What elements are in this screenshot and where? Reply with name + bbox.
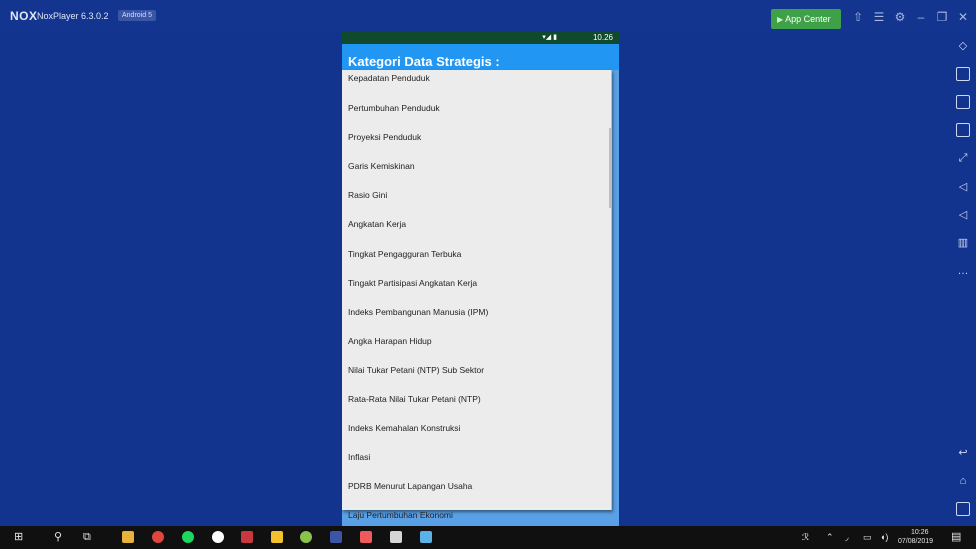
emulator-title: NoxPlayer 6.3.0.2 [37,11,109,21]
emulator-side-toolbar: ◇ ⤢ ◁ ◁ ▥ … ↩ ⌂ [950,32,976,520]
list-item[interactable]: Tingakt Partisipasi Angkatan Kerja [342,274,611,303]
fullscreen-icon[interactable]: ⤢ [956,151,970,165]
nox-logo: NOX [10,9,38,23]
list-item[interactable]: Pertumbuhan Penduduk [342,99,611,128]
list-item[interactable]: Nilai Tukar Petani (NTP) Sub Sektor [342,361,611,390]
display-icon[interactable] [956,95,970,109]
close-icon[interactable]: ✕ [956,10,970,24]
sticky-notes-icon[interactable] [271,531,283,543]
list-item[interactable]: Tingkat Pengagguran Terbuka [342,245,611,274]
clock-time[interactable]: 10:26 [911,529,929,536]
spotify-icon[interactable] [182,531,194,543]
list-item[interactable]: Inflasi [342,448,611,477]
terminal-icon[interactable] [390,531,402,543]
battery-icon[interactable]: ▭ [863,530,872,544]
restore-icon[interactable]: ❐ [935,10,949,24]
more-icon[interactable]: … [956,264,970,278]
notepad-icon[interactable] [420,531,432,543]
settings-icon[interactable]: ⚙ [893,10,907,24]
list-item[interactable]: Indeks Kemahalan Konstruksi [342,419,611,448]
list-scrollbar[interactable] [609,128,612,208]
android-version-badge: Android 5 [118,10,156,21]
app-icon[interactable] [360,531,372,543]
list-item[interactable]: Angkatan Kerja [342,215,611,244]
app-icon[interactable] [212,531,224,543]
apk-install-icon[interactable] [956,123,970,137]
shirt-icon[interactable]: ⇧ [851,10,865,24]
category-dropdown-list[interactable]: Kepadatan Penduduk Pertumbuhan Penduduk … [342,70,612,520]
rotate-icon[interactable]: ◇ [956,39,970,53]
list-item[interactable]: Indeks Pembangunan Manusia (IPM) [342,303,611,332]
play-icon: ▶ [777,15,784,24]
list-item[interactable]: Rasio Gini [342,186,611,215]
list-item[interactable]: Proyeksi Penduduk [342,128,611,157]
list-item[interactable]: Rata-Rata Nilai Tukar Petani (NTP) [342,390,611,419]
app-center-button[interactable]: ▶ App Center [771,9,841,29]
volume-icon[interactable]: ◖) [880,530,888,544]
windows-taskbar: ⊞ ⚲ ⧉ ℛ ⌃ ◞ ▭ ◖) 10:26 07/08/2019 ▤ [0,526,976,549]
recents-icon[interactable] [956,502,970,516]
home-icon[interactable]: ⌂ [956,474,970,488]
signal-icon: ▾◢ ▮ [542,34,557,41]
clear-icon[interactable]: ▥ [956,236,970,250]
status-bar: ▾◢ ▮ 10.26 [342,32,619,44]
minimize-icon[interactable]: – [914,10,928,24]
list-item[interactable]: PDRB Menurut Lapangan Usaha [342,477,611,506]
screenshot-icon[interactable] [956,67,970,81]
menu-icon[interactable]: ☰ [872,10,886,24]
android-studio-icon[interactable] [300,531,312,543]
volume-up-icon[interactable]: ◁ [956,180,970,194]
list-item[interactable]: Angka Harapan Hidup [342,332,611,361]
nox-icon[interactable] [330,531,342,543]
list-item[interactable]: Kepadatan Penduduk [342,70,611,99]
page-title: Kategori Data Strategis : [348,54,500,69]
app-center-label: App Center [785,14,831,24]
volume-down-icon[interactable]: ◁ [956,208,970,222]
network-icon[interactable]: ◞ [845,530,849,544]
search-icon[interactable]: ⚲ [54,530,62,544]
windows-start-icon[interactable]: ⊞ [14,530,23,544]
clock-date[interactable]: 07/08/2019 [898,538,933,545]
app-icon[interactable] [241,531,253,543]
file-explorer-icon[interactable] [122,531,134,543]
task-view-icon[interactable]: ⧉ [83,530,91,544]
status-time: 10.26 [592,33,613,42]
chevron-up-icon[interactable]: ⌃ [826,530,834,544]
list-item[interactable]: Garis Kemiskinan [342,157,611,186]
back-icon[interactable]: ↩ [956,446,970,460]
android-screen: ▾◢ ▮ 10.26 Kategori Data Strategis : Kep… [342,32,619,526]
emulator-title-bar: NOX NoxPlayer 6.3.0.2 Android 5 ▶ App Cen… [0,0,976,32]
chrome-icon[interactable] [152,531,164,543]
notification-icon[interactable]: ▤ [951,530,961,544]
list-item[interactable]: Laju Pertumbuhan Ekonomi [342,506,611,526]
app-bar: Kategori Data Strategis : [342,44,619,70]
people-icon[interactable]: ℛ [802,530,809,544]
